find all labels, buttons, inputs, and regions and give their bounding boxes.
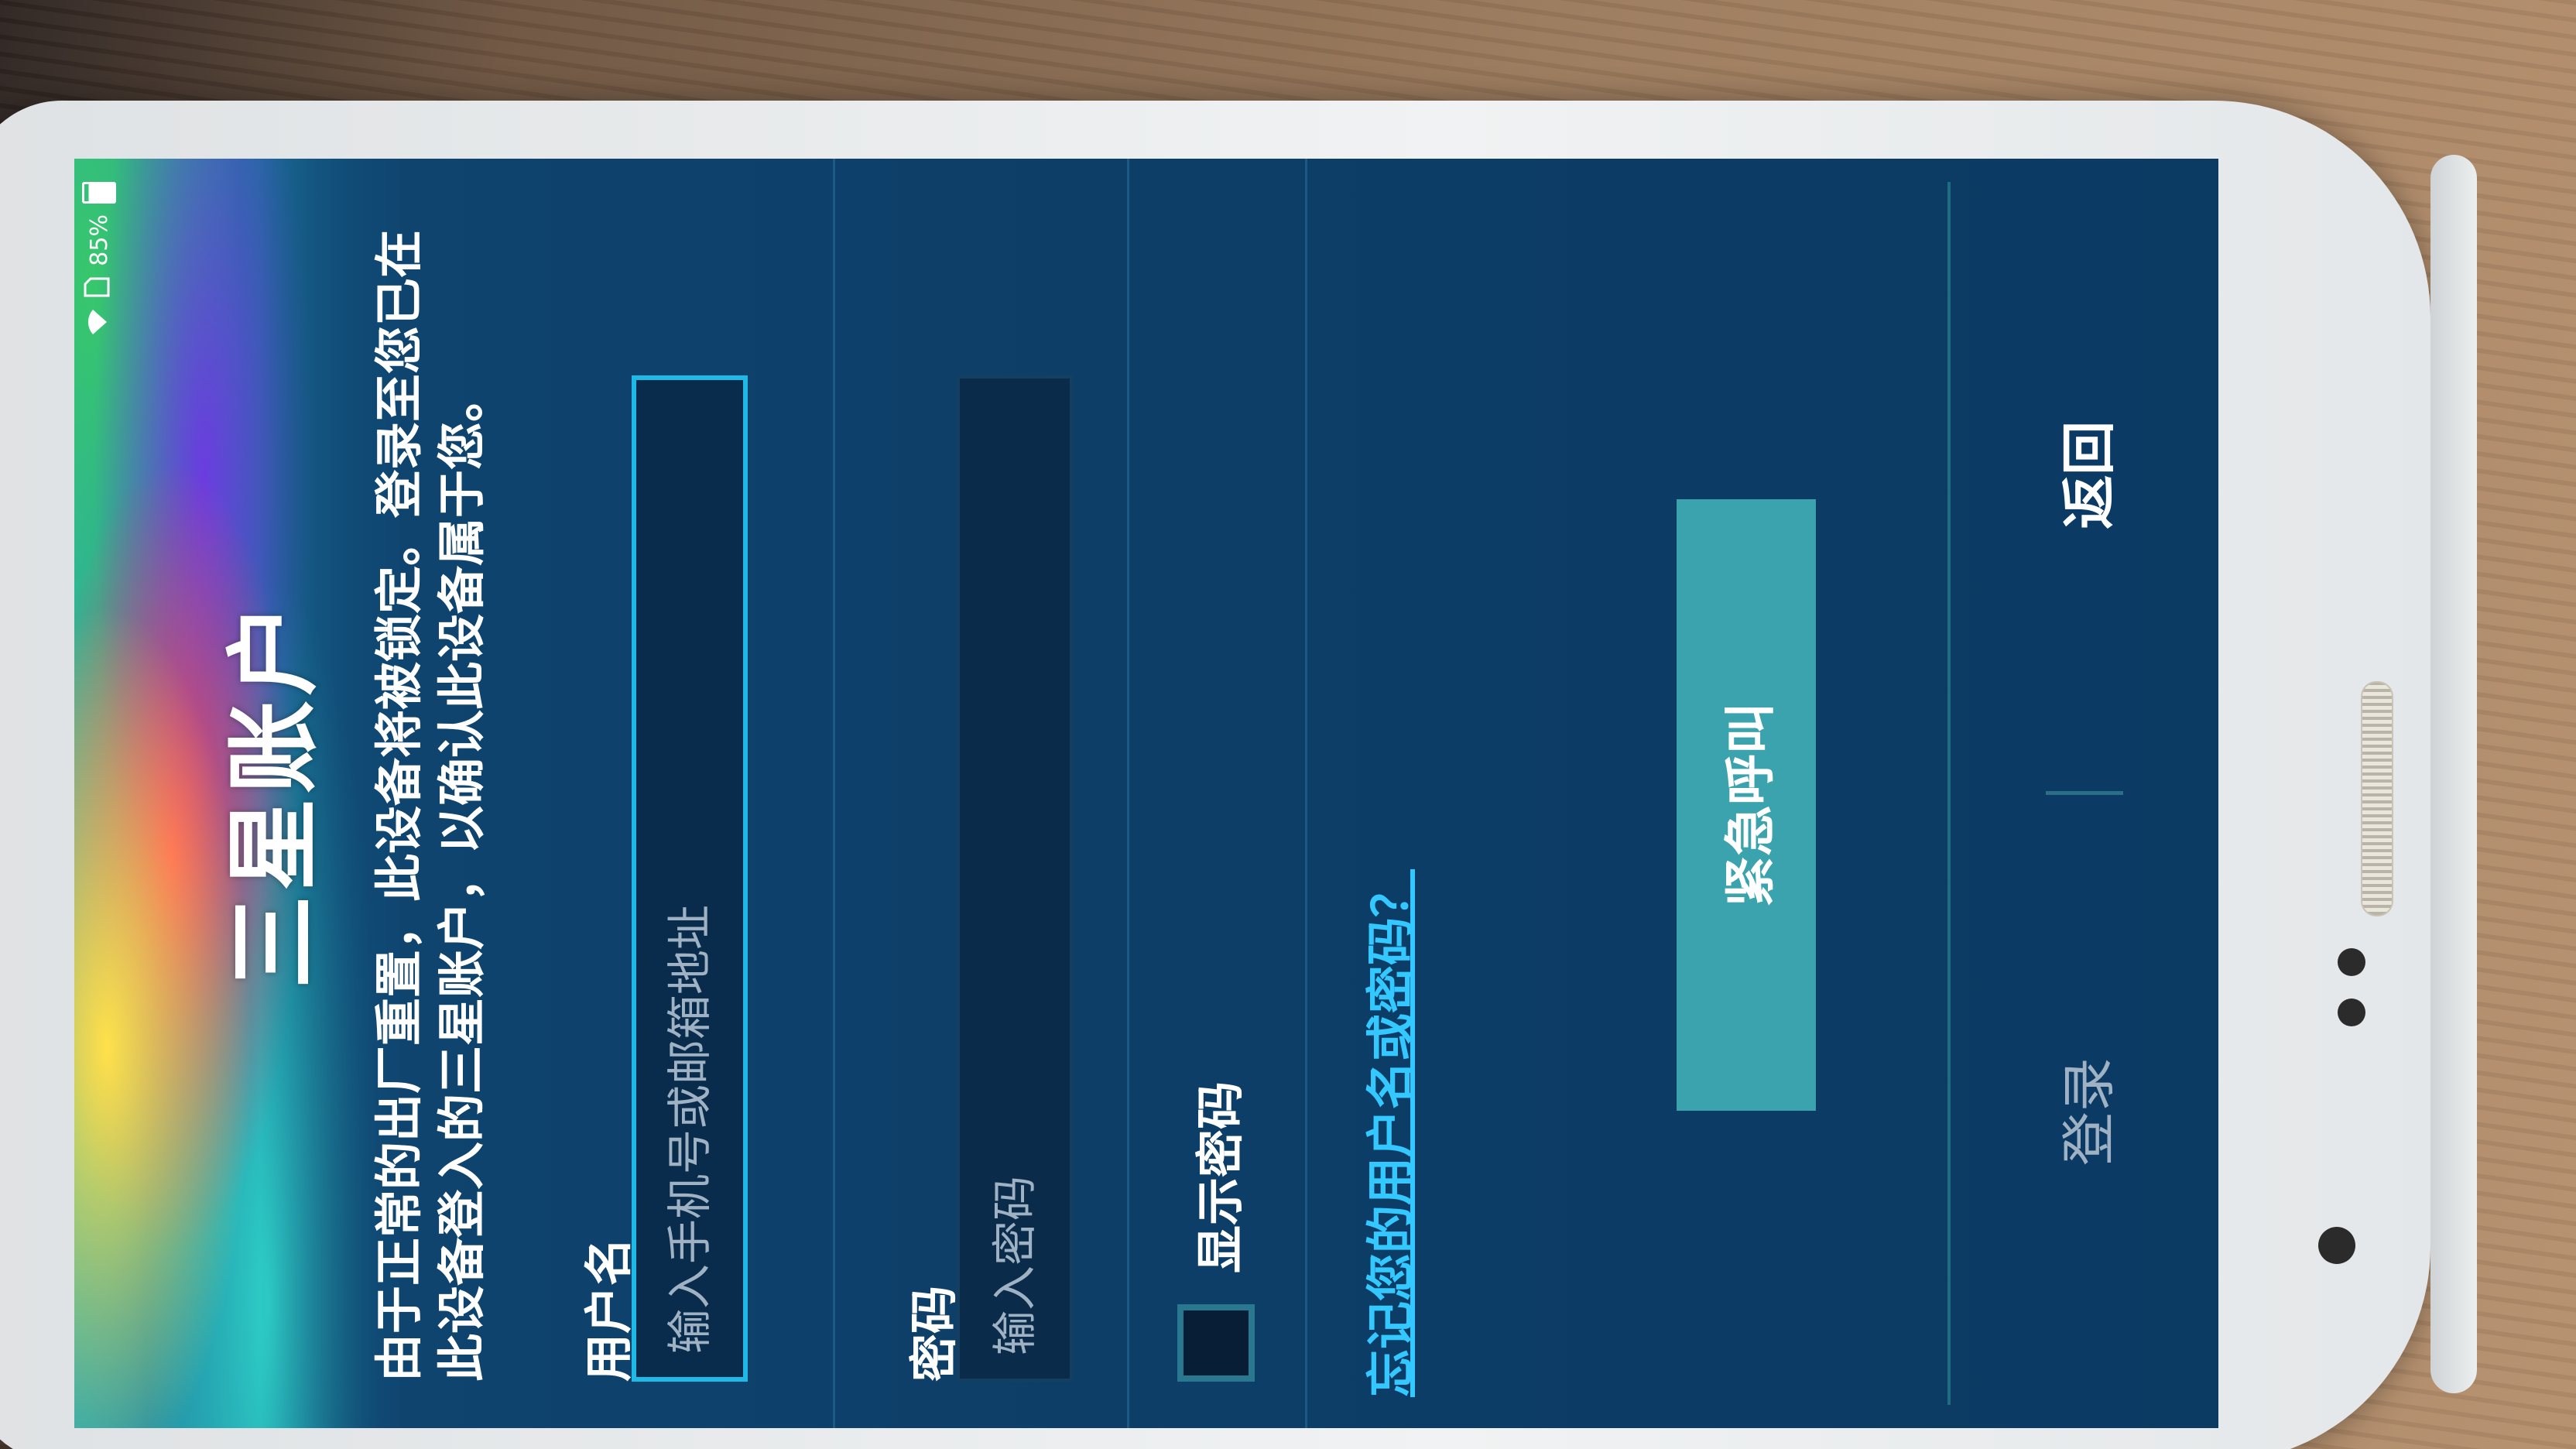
divider <box>1127 159 1129 1428</box>
samsung-account-screen: 85% 三星账户 由于正常的出厂重置，此设备将被锁定。登录至您已在此设备登入的三… <box>74 159 2218 1428</box>
photo-scene: 85% 三星账户 由于正常的出厂重置，此设备将被锁定。登录至您已在此设备登入的三… <box>0 0 2576 1449</box>
divider <box>833 159 835 1428</box>
wifi-icon <box>85 308 113 336</box>
light-sensor <box>2338 999 2365 1026</box>
username-input[interactable] <box>632 375 748 1382</box>
phone-screen: 85% 三星账户 由于正常的出厂重置，此设备将被锁定。登录至您已在此设备登入的三… <box>74 159 2218 1428</box>
emergency-call-button[interactable]: 紧急呼叫 <box>1677 499 1816 1111</box>
status-bar: 85% <box>74 159 124 1428</box>
bottom-action-bar: 登录 返回 <box>1951 159 2218 1428</box>
earpiece-speaker <box>2361 681 2393 916</box>
password-label: 密码 <box>906 1285 962 1382</box>
show-password-label[interactable]: 显示密码 <box>1181 1081 1251 1273</box>
show-password-checkbox[interactable] <box>1177 1304 1255 1382</box>
sim-card-icon <box>84 277 115 297</box>
battery-icon <box>82 182 116 204</box>
proximity-sensor <box>2338 948 2365 976</box>
page-title: 三星账户 <box>221 598 328 988</box>
show-password-row[interactable]: 显示密码 <box>1166 1081 1266 1382</box>
divider <box>1305 159 1307 1428</box>
password-input[interactable] <box>957 375 1073 1382</box>
back-button[interactable]: 返回 <box>1951 159 2218 792</box>
login-button[interactable]: 登录 <box>1951 796 2218 1429</box>
intro-text: 由于正常的出厂重置，此设备将被锁定。登录至您已在此设备登入的三星账户，以确认此设… <box>371 229 490 1382</box>
header-banner: 85% 三星账户 <box>74 159 399 1428</box>
forgot-credentials-link[interactable]: 忘记您的用户名或密码？ <box>1351 869 1421 1397</box>
battery-percent: 85% <box>85 214 113 266</box>
bottom-bar-separator <box>2046 791 2123 796</box>
front-camera <box>2318 1227 2355 1264</box>
username-label: 用户名 <box>581 1237 637 1382</box>
phone-edge <box>2430 155 2477 1393</box>
